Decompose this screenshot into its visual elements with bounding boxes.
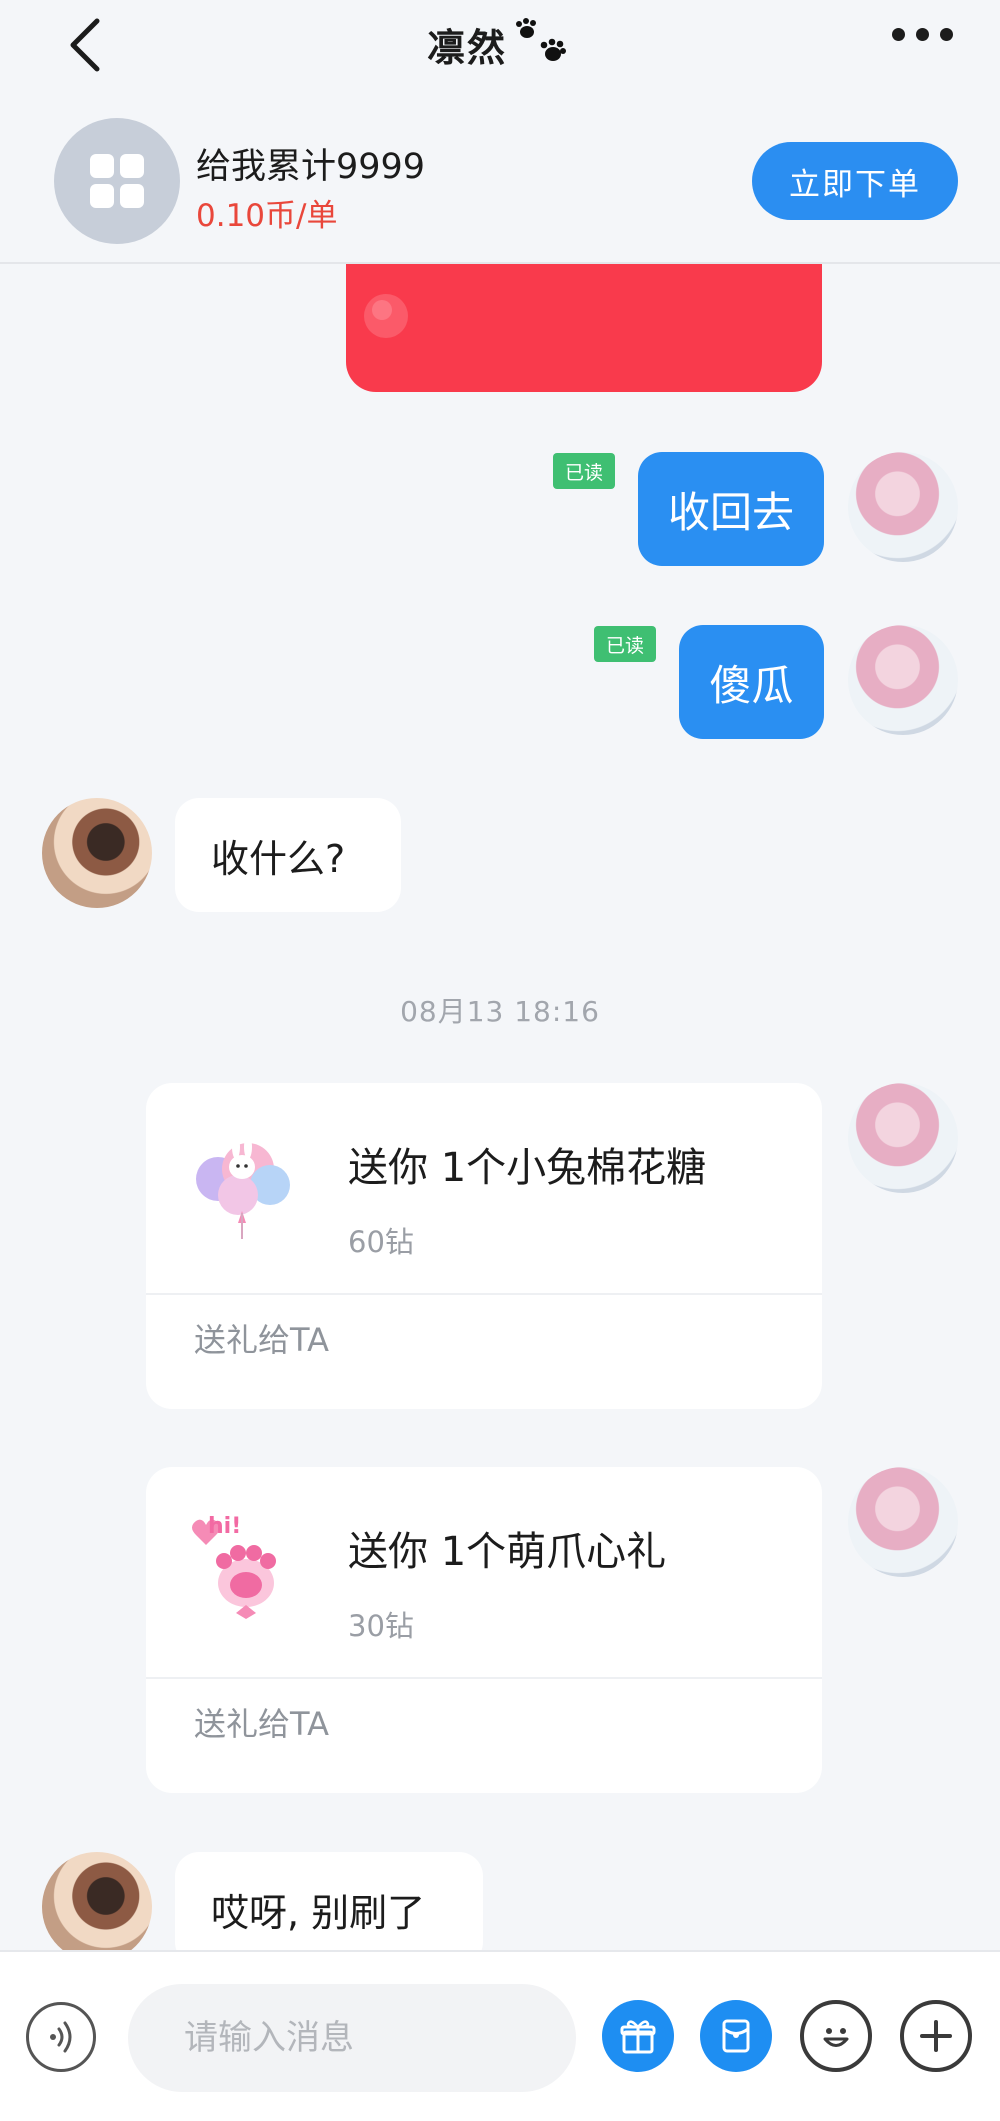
apps-grid-icon [90, 154, 144, 208]
emoji-button[interactable] [800, 2000, 872, 2072]
chat-title: 凛然 [0, 14, 1000, 74]
contact-name: 凛然 [426, 25, 507, 70]
gift-price: 30钻 [348, 1609, 414, 1643]
send-gift-link[interactable]: 送礼给TA [194, 1699, 329, 1745]
my-avatar[interactable] [848, 1467, 958, 1577]
voice-input-button[interactable] [26, 2002, 96, 2072]
smiley-face-icon [823, 2028, 849, 2047]
service-card: 给我累计9999 0.10币/单 立即下单 [54, 118, 958, 246]
service-price: 0.10币/单 [196, 198, 338, 234]
my-avatar[interactable] [848, 452, 958, 562]
dot-icon [940, 28, 953, 41]
svg-text:hi!: hi! [208, 1514, 241, 1539]
gift-title: 送你 1个小兔棉花糖 [348, 1145, 707, 1191]
message-timestamp: 08月13 18:16 [400, 995, 600, 1028]
contact-avatar[interactable] [42, 1852, 152, 1962]
message-input[interactable] [128, 1984, 576, 2092]
service-name: 给我累计9999 [196, 147, 426, 187]
dot-icon [892, 28, 905, 41]
service-avatar [54, 118, 180, 244]
gift-price: 60钻 [348, 1225, 414, 1259]
message-bubble-outgoing[interactable]: 傻瓜 [679, 625, 824, 739]
message-bubble-incoming[interactable]: 哎呀, 别刷了 [175, 1852, 483, 1966]
more-actions-button[interactable] [900, 2000, 972, 2072]
my-avatar[interactable] [848, 625, 958, 735]
chat-header: 凛然 给我累计9999 0.10币/单 立即下单 [0, 0, 1000, 264]
divider [146, 1677, 822, 1679]
my-avatar[interactable] [848, 1083, 958, 1193]
bunny-balloon-icon [196, 1135, 290, 1239]
message-bubble-incoming[interactable]: 收什么? [175, 798, 401, 912]
send-gift-link[interactable]: 送礼给TA [194, 1315, 329, 1361]
contact-avatar[interactable] [42, 798, 152, 908]
divider [146, 1293, 822, 1295]
gift-icon [620, 2020, 656, 2054]
bunny-cotton-candy-gift-image [182, 1121, 302, 1241]
paw-heart-gift-image: hi! [182, 1505, 302, 1625]
gift-button[interactable] [602, 2000, 674, 2072]
paw-prints-icon [516, 18, 566, 61]
message-bubble-outgoing[interactable]: 收回去 [638, 452, 824, 566]
input-bar [0, 1950, 1000, 2121]
read-badge: 已读 [594, 626, 656, 662]
red-packet-button[interactable] [700, 2000, 772, 2072]
order-now-button[interactable]: 立即下单 [752, 142, 958, 220]
read-badge: 已读 [553, 453, 615, 489]
more-options-button[interactable] [892, 28, 992, 52]
gift-message-card[interactable]: hi! 送你 1个萌爪心礼 30钻 送礼给TA [146, 1467, 822, 1793]
red-packet-icon [722, 2019, 750, 2053]
gift-message-card[interactable]: 送你 1个小兔棉花糖 60钻 送礼给TA [146, 1083, 822, 1409]
hi-paw-icon: hi! [192, 1514, 276, 1619]
dot-icon [916, 28, 929, 41]
voice-wave-icon [50, 2021, 72, 2053]
plus-icon [920, 2020, 952, 2052]
gift-title: 送你 1个萌爪心礼 [348, 1529, 667, 1575]
